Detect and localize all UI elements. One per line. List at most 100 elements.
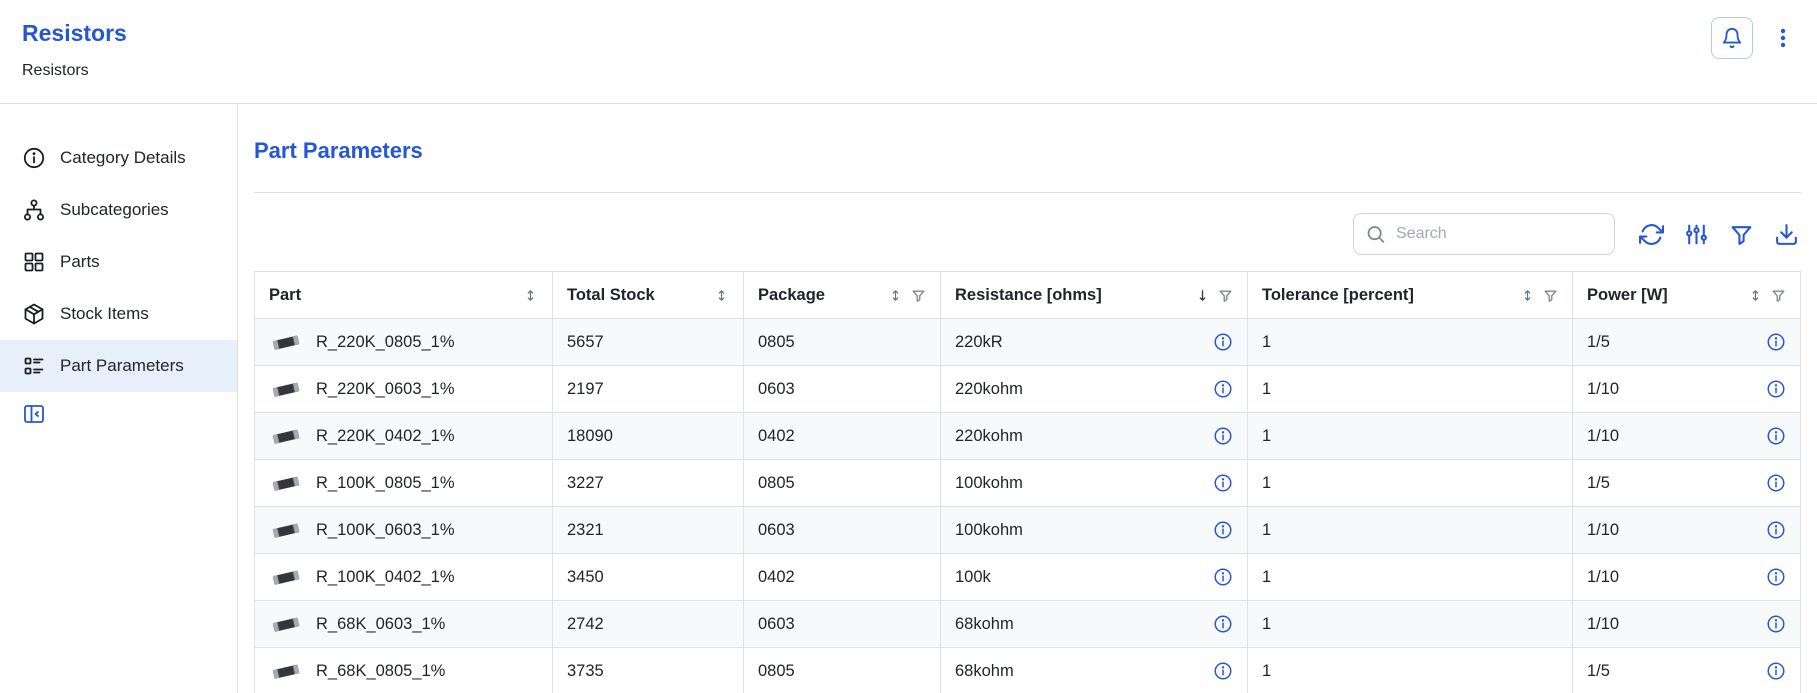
sidebar-item-label: Parts [60, 252, 100, 272]
column-header[interactable]: Resistance [ohms] [941, 272, 1248, 319]
part-name: R_220K_0402_1% [316, 427, 455, 446]
collapse-sidebar-icon [22, 402, 46, 426]
info-icon[interactable] [1766, 332, 1786, 352]
info-icon[interactable] [1766, 473, 1786, 493]
column-header[interactable]: Package [744, 272, 941, 319]
info-icon[interactable] [1766, 520, 1786, 540]
power-value: 1/10 [1587, 380, 1619, 399]
power-value: 1/10 [1587, 568, 1619, 587]
info-icon[interactable] [1766, 379, 1786, 399]
table-row[interactable]: R_220K_0603_1% 2197 0603 220kohm 1 1/10 [255, 366, 1801, 413]
header-actions [1711, 17, 1795, 59]
section-title: Part Parameters [254, 138, 1801, 164]
table-row[interactable]: R_68K_0603_1% 2742 0603 68kohm 1 1/10 [255, 601, 1801, 648]
package-cell: 0402 [744, 554, 941, 601]
part-name: R_220K_0603_1% [316, 380, 455, 399]
resistance-value: 68kohm [955, 615, 1014, 634]
power-value: 1/10 [1587, 521, 1619, 540]
sort-icon[interactable] [1195, 288, 1210, 303]
column-header[interactable]: Part [255, 272, 553, 319]
info-icon[interactable] [1213, 661, 1233, 681]
resistor-chip-icon [269, 334, 303, 351]
column-header[interactable]: Tolerance [percent] [1248, 272, 1573, 319]
column-header-label: Resistance [ohms] [955, 286, 1102, 305]
tolerance-cell: 1 [1248, 413, 1573, 460]
info-icon[interactable] [1766, 567, 1786, 587]
refresh-button[interactable] [1637, 220, 1666, 249]
resistor-chip-icon [269, 663, 303, 680]
table-row[interactable]: R_220K_0402_1% 18090 0402 220kohm 1 1/10 [255, 413, 1801, 460]
package-cell: 0402 [744, 413, 941, 460]
sort-icon[interactable] [523, 288, 538, 303]
info-icon[interactable] [1213, 520, 1233, 540]
resistance-value: 220kR [955, 333, 1003, 352]
resistor-chip-icon [269, 569, 303, 586]
part-thumbnail [269, 569, 303, 586]
column-settings-button[interactable] [1682, 220, 1711, 249]
part-thumbnail [269, 663, 303, 680]
tolerance-cell: 1 [1248, 507, 1573, 554]
package-cell: 0805 [744, 460, 941, 507]
part-thumbnail [269, 522, 303, 539]
download-button[interactable] [1772, 220, 1801, 249]
kebab-menu-icon [1771, 26, 1795, 50]
stock-box-icon [22, 302, 46, 326]
info-icon[interactable] [1766, 614, 1786, 634]
table-row[interactable]: R_100K_0603_1% 2321 0603 100kohm 1 1/10 [255, 507, 1801, 554]
page-header: Resistors Resistors [0, 0, 1817, 104]
table-row[interactable]: R_100K_0805_1% 3227 0805 100kohm 1 1/5 [255, 460, 1801, 507]
table-toolbar [254, 213, 1801, 255]
package-cell: 0603 [744, 601, 941, 648]
column-filter-icon[interactable] [1218, 288, 1233, 303]
column-filter-icon[interactable] [1771, 288, 1786, 303]
resistance-value: 100kohm [955, 521, 1023, 540]
column-filter-icon[interactable] [1543, 288, 1558, 303]
sort-icon[interactable] [888, 288, 903, 303]
sidebar-item-stock-items[interactable]: Stock Items [0, 288, 237, 340]
collapse-sidebar-button[interactable] [22, 402, 46, 426]
part-name: R_220K_0805_1% [316, 333, 455, 352]
sidebar-item-subcategories[interactable]: Subcategories [0, 184, 237, 236]
sidebar-item-label: Stock Items [60, 304, 149, 324]
info-icon[interactable] [1213, 567, 1233, 587]
info-icon[interactable] [1213, 614, 1233, 634]
resistor-chip-icon [269, 428, 303, 445]
sidebar-nav: Category Details Subcategories Parts Sto… [0, 104, 238, 693]
table-row[interactable]: R_68K_0805_1% 3735 0805 68kohm 1 1/5 [255, 648, 1801, 693]
sidebar-item-category-details[interactable]: Category Details [0, 132, 237, 184]
sidebar-item-part-parameters[interactable]: Part Parameters [0, 340, 237, 392]
breadcrumb[interactable]: Resistors [22, 62, 1793, 80]
info-icon[interactable] [1213, 332, 1233, 352]
info-icon[interactable] [1213, 426, 1233, 446]
sort-icon[interactable] [714, 288, 729, 303]
toolbar-actions [1637, 220, 1801, 249]
table-row[interactable]: R_220K_0805_1% 5657 0805 220kR 1 1/5 [255, 319, 1801, 366]
column-header[interactable]: Total Stock [553, 272, 744, 319]
resistance-value: 220kohm [955, 380, 1023, 399]
overflow-menu-button[interactable] [1771, 26, 1795, 50]
info-icon[interactable] [1766, 661, 1786, 681]
resistance-value: 68kohm [955, 662, 1014, 681]
notifications-button[interactable] [1711, 17, 1753, 59]
total-stock-cell: 3735 [553, 648, 744, 693]
column-filter-icon[interactable] [911, 288, 926, 303]
sort-icon[interactable] [1520, 288, 1535, 303]
column-header-label: Part [269, 286, 301, 305]
package-cell: 0603 [744, 507, 941, 554]
table-row[interactable]: R_100K_0402_1% 3450 0402 100k 1 1/10 [255, 554, 1801, 601]
table-body: R_220K_0805_1% 5657 0805 220kR 1 1/5 R [255, 319, 1801, 693]
sidebar-item-parts[interactable]: Parts [0, 236, 237, 288]
filter-button[interactable] [1727, 220, 1756, 249]
column-settings-icon [1684, 222, 1709, 247]
search-input[interactable] [1353, 213, 1615, 255]
info-icon[interactable] [1766, 426, 1786, 446]
search-box [1353, 213, 1615, 255]
column-header[interactable]: Power [W] [1573, 272, 1801, 319]
info-icon[interactable] [1213, 379, 1233, 399]
resistance-value: 100k [955, 568, 991, 587]
grid-icon [22, 250, 46, 274]
part-thumbnail [269, 428, 303, 445]
info-icon[interactable] [1213, 473, 1233, 493]
sort-icon[interactable] [1748, 288, 1763, 303]
tolerance-cell: 1 [1248, 648, 1573, 693]
